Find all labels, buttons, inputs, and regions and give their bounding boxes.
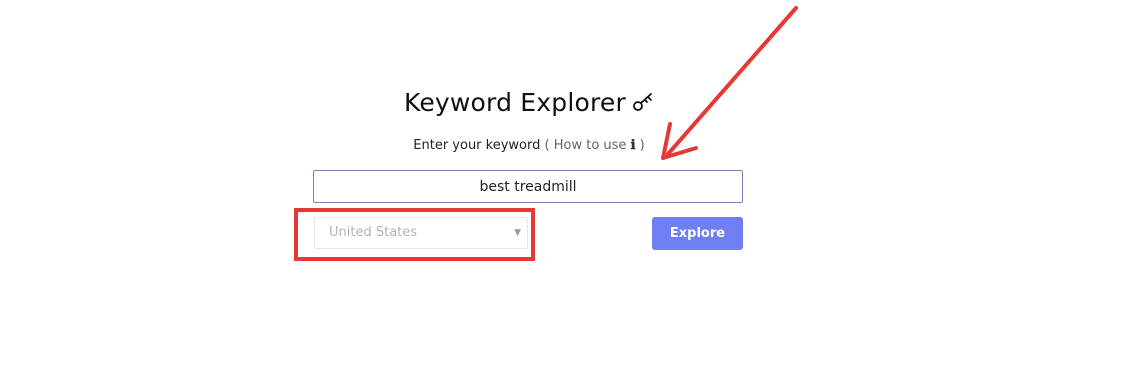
howto-open-paren: ( xyxy=(544,138,550,153)
page-title: Keyword Explorer xyxy=(0,88,1058,117)
chevron-down-icon: ▼ xyxy=(514,228,521,238)
country-select[interactable]: United States ▼ xyxy=(314,217,528,249)
keyword-prompt: Enter your keyword ( How to use ℹ ) xyxy=(0,138,1058,153)
keyword-input[interactable] xyxy=(313,170,743,203)
howto-close-paren: ) xyxy=(639,138,645,153)
explore-button[interactable]: Explore xyxy=(652,217,743,250)
country-select-value: United States xyxy=(329,225,418,240)
page-title-text: Keyword Explorer xyxy=(403,88,626,117)
key-icon xyxy=(633,93,652,111)
info-icon: ℹ xyxy=(630,138,636,153)
how-to-use-label: How to use xyxy=(553,138,627,153)
how-to-use-link[interactable]: ( How to use ℹ ) xyxy=(545,138,645,153)
keyword-prompt-text: Enter your keyword xyxy=(413,138,541,153)
